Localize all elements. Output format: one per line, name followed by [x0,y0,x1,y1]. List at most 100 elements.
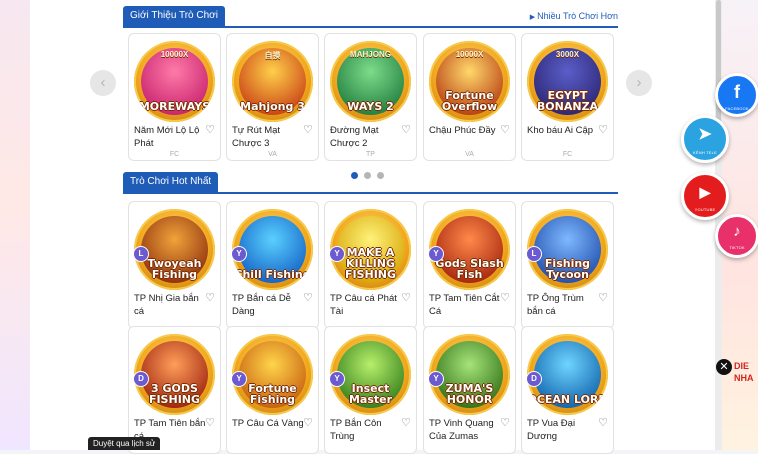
game-card[interactable]: Gods Slash Fish Y TP Tam Tiên Cắt Cá ♡ [423,201,516,329]
game-multiplier-text: 3000X [555,50,580,59]
telegram-label: KÊNH TELE [693,150,717,155]
favorite-heart-icon[interactable]: ♡ [500,417,510,430]
game-thumbnail[interactable]: MAHJONG WAYS 2 [330,41,411,122]
game-name[interactable]: Chậu Phúc Đầy [429,124,501,137]
game-logo-text: Fortune Fishing [248,382,297,406]
game-name[interactable]: TP Câu Cá Vàng [232,417,304,430]
game-card[interactable]: Insect Master Y TP Bắn Côn Trùng ♡ [324,326,417,454]
favorite-heart-icon[interactable]: ♡ [303,417,313,430]
game-thumbnail[interactable]: 自摸 Mahjong 3 [232,41,313,122]
game-card[interactable]: 3000X EGYPT BONANZA Kho báu Ai Cập ♡ FC [521,33,614,161]
youtube-label: YOUTUBE [694,207,716,212]
facebook-icon: f [734,82,740,102]
telegram-button[interactable]: ➤ KÊNH TELE [681,115,729,163]
favorite-heart-icon[interactable]: ♡ [205,292,215,305]
game-multiplier-text: 10000X [160,50,189,59]
game-thumbnail[interactable]: 3000X EGYPT BONANZA [527,41,608,122]
game-card[interactable]: Fortune Fishing Y TP Câu Cá Vàng ♡ [226,326,319,454]
favorite-heart-icon[interactable]: ♡ [401,292,411,305]
favorite-heart-icon[interactable]: ♡ [303,292,313,305]
game-thumbnail[interactable]: 10000X Fortune Overflow [429,41,510,122]
chevron-right-icon: ▶ [529,14,536,21]
tiktok-button[interactable]: ♪ TIKTOK [715,214,758,258]
facebook-label: FACEBOOK [725,106,749,111]
game-logo-text: Fortune Overflow [441,89,498,113]
intro-section-title: Giới Thiệu Trò Chơi [123,6,225,26]
carousel-prev-button[interactable]: ‹ [90,70,116,96]
game-logo-text: Gods Slash Fish [435,257,504,281]
game-provider-label: TP [366,151,375,158]
game-name[interactable]: TP Nhị Gia bắn cá [134,292,206,318]
youtube-icon: ▶ [699,184,711,200]
favorite-heart-icon[interactable]: ♡ [598,124,608,137]
game-name[interactable]: TP Tam Tiên Cắt Cá [429,292,501,318]
promo-banner-text: DIE NHA [734,360,754,384]
game-logo-text: ZUMA'S HONOR [445,382,494,406]
game-name[interactable]: Năm Mới Lộ Lộ Phát [134,124,206,150]
game-card[interactable]: ZUMA'S HONOR Y TP Vinh Quang Của Zumas ♡ [423,326,516,454]
game-logo-text: Twoyeah Fishing [147,257,202,281]
game-card[interactable]: Fishing Tycoon L TP Ông Trùm bắn cá ♡ [521,201,614,329]
game-card[interactable]: 3 GODS FISHINGDTP Tam Tiên bắn cá♡ [128,326,221,454]
favorite-heart-icon[interactable]: ♡ [598,292,608,305]
carousel-next-button[interactable]: › [626,70,652,96]
game-card[interactable]: MAHJONG WAYS 2 Đường Mạt Chược 2 ♡ TP [324,33,417,161]
intro-section-header: Giới Thiệu Trò Chơi ▶ Nhiều Trò Chơi Hơn [123,6,618,28]
promo-line-1: DIE [734,361,750,371]
game-logo-text: OCEAN LORD [527,393,608,406]
more-games-link[interactable]: ▶ Nhiều Trò Chơi Hơn [530,6,618,26]
game-name[interactable]: TP Ông Trùm bắn cá [527,292,599,318]
game-logo-text: 3 GODS FISHING [148,382,201,406]
favorite-heart-icon[interactable]: ♡ [401,417,411,430]
game-provider-label: FC [169,151,180,158]
game-provider-label: VA [268,151,277,158]
game-logo-text: EGYPT BONANZA [536,89,599,113]
provider-badge-icon: Y [428,246,444,262]
game-name[interactable]: TP Vua Đại Dương [527,417,599,443]
provider-badge-icon: L [526,246,542,262]
game-card[interactable]: 10000X MOREWAYS Năm Mới Lộ Lộ Phát ♡ FC [128,33,221,161]
game-thumbnail[interactable]: 10000X MOREWAYS [134,41,215,122]
game-name[interactable]: TP Vinh Quang Của Zumas [429,417,501,443]
tiktok-label: TIKTOK [729,245,745,250]
provider-badge-icon: D [133,371,149,387]
game-name[interactable]: TP Bắn Côn Trùng [330,417,402,443]
game-card[interactable]: MAKE A KILLING FISHING Y TP Câu cá Phát Tà… [324,201,417,329]
game-provider-label: VA [465,151,474,158]
game-logo-text: MOREWAYS [138,100,211,113]
provider-badge-icon: L [133,246,149,262]
history-tooltip: Duyệt qua lịch sử [88,437,161,450]
favorite-heart-icon[interactable]: ♡ [205,417,215,430]
favorite-heart-icon[interactable]: ♡ [401,124,411,137]
game-card[interactable]: Twoyeah Fishing L TP Nhị Gia bắn cá ♡ [128,201,221,329]
favorite-heart-icon[interactable]: ♡ [500,124,510,137]
promo-line-2: NHA [734,373,754,383]
game-multiplier-text: MAHJONG [350,50,391,59]
game-logo-text: Fishing Tycoon [544,257,591,281]
game-card[interactable]: OCEAN LORD D TP Vua Đại Dương ♡ [521,326,614,454]
provider-badge-icon: Y [428,371,444,387]
game-logo-text: WAYS 2 [347,100,394,113]
game-card[interactable]: 10000X Fortune Overflow Chậu Phúc Đầy ♡ VA [423,33,516,161]
more-games-label: Nhiều Trò Chơi Hơn [537,11,618,21]
game-name[interactable]: Tự Rút Mạt Chược 3 [232,124,304,150]
game-name[interactable]: TP Bắn cá Dễ Dàng [232,292,304,318]
left-background-banner [0,0,30,450]
facebook-button[interactable]: f FACEBOOK [715,73,758,117]
favorite-heart-icon[interactable]: ♡ [205,124,215,137]
close-icon[interactable]: ✕ [716,359,732,375]
favorite-heart-icon[interactable]: ♡ [303,124,313,137]
hot-section-title: Trò Chơi Hot Nhất [123,172,219,192]
game-card[interactable]: 自摸 Mahjong 3 Tự Rút Mạt Chược 3 ♡ VA [226,33,319,161]
youtube-button[interactable]: ▶ YOUTUBE [681,172,729,220]
provider-badge-icon: Y [231,371,247,387]
game-name[interactable]: Đường Mạt Chược 2 [330,124,402,150]
game-name[interactable]: TP Câu cá Phát Tài [330,292,402,318]
provider-badge-icon: Y [329,246,345,262]
game-name[interactable]: Kho báu Ai Cập [527,124,599,137]
favorite-heart-icon[interactable]: ♡ [500,292,510,305]
game-multiplier-text: 自摸 [264,51,281,60]
favorite-heart-icon[interactable]: ♡ [598,417,608,430]
game-card[interactable]: Chill Fishing Y TP Bắn cá Dễ Dàng ♡ [226,201,319,329]
game-provider-label: FC [562,151,573,158]
